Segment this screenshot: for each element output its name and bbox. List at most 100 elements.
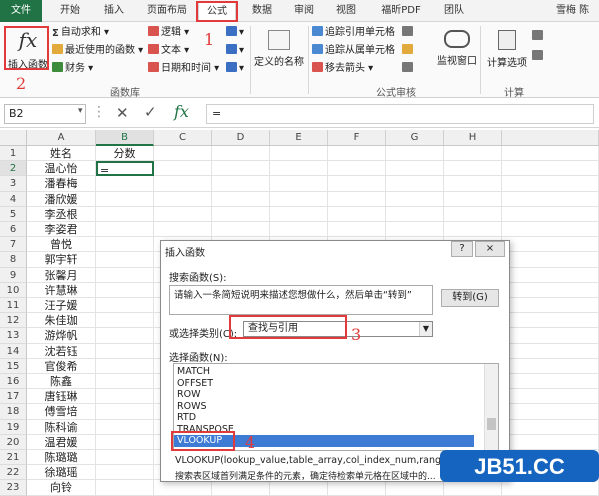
grid-cell[interactable]: [154, 176, 212, 192]
math-button[interactable]: ▾: [226, 44, 244, 58]
name-cell[interactable]: 许慧琳: [27, 282, 96, 298]
grid-cell[interactable]: [444, 176, 502, 192]
grid-cell[interactable]: [502, 480, 599, 496]
insert-function-fx-icon[interactable]: fx: [174, 102, 189, 121]
score-cell[interactable]: [96, 343, 154, 359]
name-cell[interactable]: 向铃: [27, 480, 96, 496]
calc-now-button[interactable]: [532, 30, 546, 44]
row-header[interactable]: 14: [0, 343, 27, 359]
grid-cell[interactable]: [444, 161, 502, 177]
grid-cell[interactable]: [502, 434, 599, 450]
trace-dependents-button[interactable]: 追踪从属单元格: [312, 44, 395, 58]
list-scrollbar[interactable]: [484, 364, 498, 450]
grid-cell[interactable]: [502, 313, 599, 329]
row-header[interactable]: 9: [0, 267, 27, 283]
name-box[interactable]: B2: [4, 104, 86, 124]
grid-cell[interactable]: [154, 222, 212, 238]
grid-cell[interactable]: [154, 161, 212, 177]
grid-cell[interactable]: [444, 191, 502, 207]
grid-cell[interactable]: [212, 176, 270, 192]
name-cell[interactable]: 唐钰琳: [27, 389, 96, 405]
grid-cell[interactable]: [502, 206, 599, 222]
chevron-down-icon[interactable]: ▾: [78, 106, 83, 116]
grid-cell[interactable]: [386, 176, 444, 192]
row-header[interactable]: 6: [0, 222, 27, 238]
score-cell[interactable]: [96, 282, 154, 298]
column-header-d[interactable]: D: [212, 130, 270, 146]
name-cell[interactable]: 游烨帆: [27, 328, 96, 344]
grid-cell[interactable]: [154, 480, 212, 496]
lookup-button[interactable]: ▾: [226, 26, 244, 40]
row-header[interactable]: 12: [0, 313, 27, 329]
help-button[interactable]: ?: [451, 241, 473, 257]
cancel-icon[interactable]: ✕: [116, 104, 129, 122]
tab-insert[interactable]: 插入: [96, 2, 132, 20]
grid-cell[interactable]: [270, 161, 328, 177]
grid-cell[interactable]: [502, 237, 599, 253]
grid-cell[interactable]: [502, 419, 599, 435]
calc-sheet-button[interactable]: [532, 50, 546, 64]
column-header-a[interactable]: A: [27, 130, 96, 146]
column-header-h[interactable]: H: [444, 130, 502, 146]
grid-cell[interactable]: [328, 176, 386, 192]
grid-cell[interactable]: [502, 282, 599, 298]
grid-cell[interactable]: [270, 222, 328, 238]
row-header[interactable]: 4: [0, 191, 27, 207]
list-item[interactable]: ROW: [174, 389, 474, 401]
grid-cell[interactable]: [502, 358, 599, 374]
row-header[interactable]: 17: [0, 389, 27, 405]
tab-page-layout[interactable]: 页面布局: [140, 2, 194, 20]
grid-cell[interactable]: [328, 146, 386, 162]
grid-cell[interactable]: [444, 206, 502, 222]
name-cell[interactable]: 温心怡: [27, 161, 96, 177]
grid-cell[interactable]: [154, 206, 212, 222]
grid-cell[interactable]: [386, 191, 444, 207]
column-header-c[interactable]: C: [154, 130, 212, 146]
row-header[interactable]: 16: [0, 374, 27, 390]
name-cell[interactable]: 李姿君: [27, 222, 96, 238]
grid-cell[interactable]: [444, 480, 502, 496]
name-cell[interactable]: 汪子媛: [27, 298, 96, 314]
row-header[interactable]: 7: [0, 237, 27, 253]
name-cell[interactable]: 沈若钰: [27, 343, 96, 359]
logical-button[interactable]: 逻辑 ▾: [148, 26, 189, 40]
grid-cell[interactable]: [212, 480, 270, 496]
formula-input[interactable]: =: [206, 104, 594, 124]
name-cell[interactable]: 温君媛: [27, 434, 96, 450]
list-item[interactable]: ROWS: [174, 401, 474, 413]
close-button[interactable]: ×: [475, 241, 505, 257]
evaluate-formula-button[interactable]: [402, 62, 416, 76]
tab-foxit-pdf[interactable]: 福昕PDF: [372, 2, 430, 20]
score-cell[interactable]: [96, 206, 154, 222]
grid-cell[interactable]: [502, 252, 599, 268]
select-all-corner[interactable]: [0, 130, 27, 146]
grid-cell[interactable]: [270, 480, 328, 496]
column-header-b[interactable]: B: [96, 130, 154, 146]
tab-review[interactable]: 审阅: [286, 2, 322, 20]
error-checking-button[interactable]: [402, 44, 416, 58]
grid-cell[interactable]: [502, 176, 599, 192]
name-cell[interactable]: 官俊希: [27, 358, 96, 374]
header-cell-score[interactable]: 分数: [96, 146, 154, 162]
list-item[interactable]: RTD: [174, 412, 474, 424]
grid-cell[interactable]: [212, 191, 270, 207]
grid-cell[interactable]: [502, 191, 599, 207]
score-cell[interactable]: [96, 404, 154, 420]
name-cell[interactable]: 傅雪培: [27, 404, 96, 420]
grid-cell[interactable]: [154, 191, 212, 207]
grid-cell[interactable]: [328, 206, 386, 222]
show-formulas-button[interactable]: [402, 26, 416, 40]
grid-cell[interactable]: [212, 146, 270, 162]
row-header[interactable]: 15: [0, 358, 27, 374]
grid-cell[interactable]: [386, 480, 444, 496]
row-header[interactable]: 1: [0, 146, 27, 162]
score-cell[interactable]: [96, 267, 154, 283]
score-cell[interactable]: [96, 480, 154, 496]
tab-data[interactable]: 数据: [244, 2, 280, 20]
score-cell[interactable]: [96, 434, 154, 450]
score-cell[interactable]: [96, 465, 154, 481]
autosum-button[interactable]: Σ 自动求和 ▾: [52, 26, 109, 40]
tab-view[interactable]: 视图: [328, 2, 364, 20]
grid-cell[interactable]: [386, 222, 444, 238]
more-functions-button[interactable]: ▾: [226, 62, 244, 76]
